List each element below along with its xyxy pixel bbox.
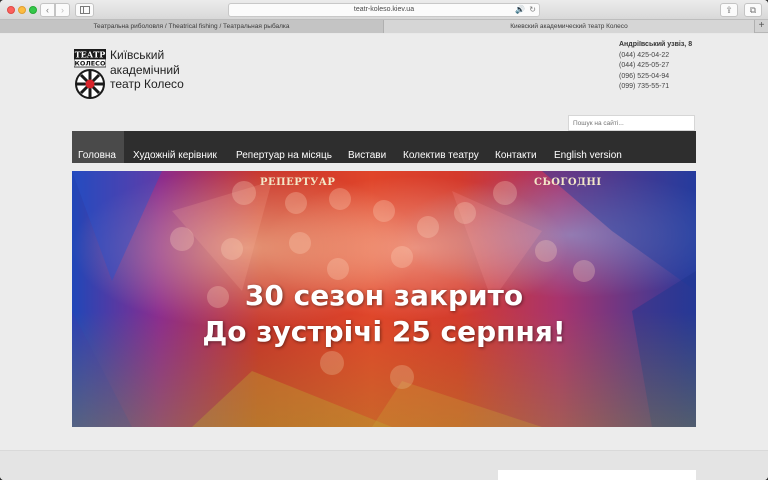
- minimize-window-button[interactable]: [18, 6, 26, 14]
- banner-subheadline: До зустрічі 25 серпня!: [202, 315, 566, 348]
- site-title[interactable]: Київський академічний театр Колесо: [110, 48, 184, 92]
- back-button[interactable]: ‹: [40, 3, 55, 17]
- banner-headline: 30 сезон закрито: [244, 279, 524, 312]
- hero-banner[interactable]: РЕПЕРТУАР СЬОГОДНІ 30 сезон закрито До з…: [72, 171, 696, 427]
- sidebar-widget-top: [498, 470, 696, 480]
- tabs-icon: ⧉: [749, 5, 757, 15]
- share-icon: ⇪: [725, 5, 733, 15]
- site-title-line: театр Колесо: [110, 77, 184, 91]
- contact-address: Андріївський узвіз, 8: [619, 41, 693, 48]
- nav-item-artistic-director[interactable]: Художній керівник: [133, 131, 217, 163]
- browser-window: ‹ › teatr-koleso.kiev.ua 🔊 ↻ ⇪ ⧉ Театрал…: [0, 0, 768, 480]
- close-window-button[interactable]: [7, 6, 15, 14]
- contact-block: Андріївський узвіз, 8 (044) 425-04-22 (0…: [619, 40, 692, 93]
- tab-theatrical-fishing[interactable]: Театральна риболовля / Theatrical fishin…: [0, 20, 384, 33]
- reload-icon[interactable]: ↻: [529, 4, 536, 16]
- logo-word-top: ТЕАТР: [75, 49, 106, 59]
- share-button[interactable]: ⇪: [720, 3, 738, 17]
- chevron-left-icon: ‹: [46, 5, 49, 15]
- address-bar[interactable]: teatr-koleso.kiev.ua 🔊 ↻: [228, 3, 540, 17]
- site-title-line: академічний: [110, 62, 180, 77]
- banner-sign-today: СЬОГОДНІ: [534, 177, 602, 188]
- nav-item-monthly-repertoire[interactable]: Репертуар на місяць: [236, 131, 332, 163]
- wheel-icon: [75, 69, 105, 99]
- zoom-window-button[interactable]: [29, 6, 37, 14]
- contact-phone: (096) 525-04-94: [619, 72, 670, 80]
- address-text: teatr-koleso.kiev.ua: [353, 6, 415, 13]
- show-tabs-button[interactable]: ⧉: [744, 3, 762, 17]
- nav-item-contacts[interactable]: Контакти: [495, 131, 537, 163]
- speaker-icon[interactable]: 🔊: [515, 4, 525, 16]
- nav-item-troupe[interactable]: Колектив театру: [403, 131, 479, 163]
- tab-bar: Театральна риболовля / Theatrical fishin…: [0, 20, 768, 33]
- plus-icon: +: [758, 20, 765, 31]
- contact-phone: (044) 425-05-27: [619, 62, 670, 69]
- banner-sign-repertoire: РЕПЕРТУАР: [260, 177, 336, 188]
- browser-toolbar: ‹ › teatr-koleso.kiev.ua 🔊 ↻ ⇪ ⧉: [0, 0, 768, 20]
- site-search-input[interactable]: [568, 115, 695, 131]
- tab-koleso-theatre[interactable]: Киевский академический театр Колесо: [384, 20, 754, 33]
- nav-item-performances[interactable]: Вистави: [348, 131, 386, 163]
- logo-word-bottom: КОЛЕСО: [75, 60, 106, 68]
- site-title-line: Київський: [110, 48, 165, 62]
- contact-phone: (099) 735-55-71: [619, 83, 670, 90]
- theatre-logo[interactable]: ТЕАТР КОЛЕСО: [74, 49, 106, 101]
- new-tab-button[interactable]: +: [754, 20, 768, 33]
- contact-phone: (044) 425-04-22: [619, 51, 670, 59]
- sidebar-toggle-button[interactable]: [75, 3, 94, 17]
- forward-button[interactable]: ›: [55, 3, 70, 17]
- nav-item-home[interactable]: Головна: [72, 131, 124, 163]
- nav-item-english-version[interactable]: English version: [554, 131, 622, 163]
- sidebar-icon: [79, 6, 90, 14]
- web-page: ТЕАТР КОЛЕСО Київський академічний театр…: [0, 34, 768, 480]
- chevron-right-icon: ›: [61, 5, 64, 15]
- main-navigation: Головна Художній керівник Репертуар на м…: [72, 131, 696, 163]
